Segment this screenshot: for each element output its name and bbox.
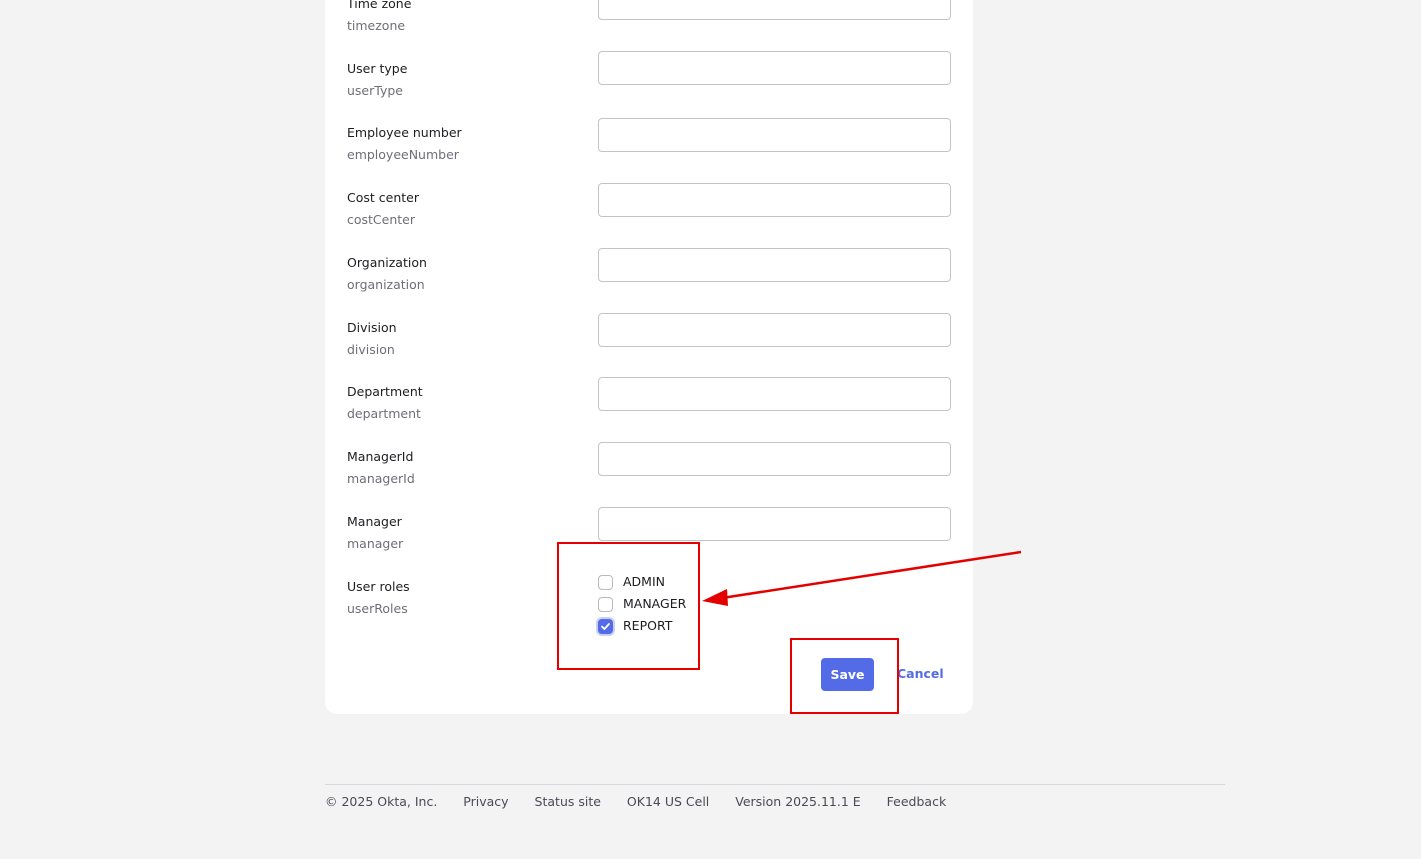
division-input[interactable] — [598, 313, 951, 347]
field-label: Department — [347, 384, 423, 399]
employee-number-input[interactable] — [598, 118, 951, 152]
field-label: User type — [347, 61, 408, 76]
timezone-input[interactable] — [598, 0, 951, 20]
footer-link-version[interactable]: Version 2025.11.1 E — [735, 794, 860, 809]
field-label: Division — [347, 320, 397, 335]
annotation-box-save — [790, 638, 899, 714]
field-label: Manager — [347, 514, 402, 529]
field-variable-name: timezone — [347, 18, 406, 33]
field-label: ManagerId — [347, 449, 414, 464]
field-row-cost-center: Cost center costCenter — [325, 183, 973, 250]
footer-link-status-site[interactable]: Status site — [535, 794, 601, 809]
manager-input[interactable] — [598, 507, 951, 541]
field-variable-name: userRoles — [347, 601, 408, 616]
footer-link-cell[interactable]: OK14 US Cell — [627, 794, 709, 809]
field-variable-name: manager — [347, 536, 404, 551]
field-variable-name: managerId — [347, 471, 415, 486]
field-label: User roles — [347, 579, 410, 594]
cost-center-input[interactable] — [598, 183, 951, 217]
field-row-division: Division division — [325, 313, 973, 380]
annotation-box-user-roles — [557, 542, 700, 670]
field-variable-name: employeeNumber — [347, 147, 459, 162]
manager-id-input[interactable] — [598, 442, 951, 476]
field-row-timezone: Time zone timezone — [325, 0, 973, 56]
field-variable-name: organization — [347, 277, 425, 292]
field-variable-name: costCenter — [347, 212, 416, 227]
page-footer: © 2025 Okta, Inc. Privacy Status site OK… — [325, 784, 1225, 809]
field-label: Organization — [347, 255, 427, 270]
field-label: Cost center — [347, 190, 419, 205]
field-row-employee-number: Employee number employeeNumber — [325, 118, 973, 185]
cancel-link[interactable]: Cancel — [897, 666, 944, 681]
field-row-organization: Organization organization — [325, 248, 973, 315]
field-variable-name: department — [347, 406, 421, 421]
footer-link-feedback[interactable]: Feedback — [887, 794, 947, 809]
footer-link-privacy[interactable]: Privacy — [463, 794, 508, 809]
field-row-manager-id: ManagerId managerId — [325, 442, 973, 509]
field-label: Time zone — [347, 0, 412, 11]
department-input[interactable] — [598, 377, 951, 411]
field-variable-name: division — [347, 342, 395, 357]
organization-input[interactable] — [598, 248, 951, 282]
field-row-user-type: User type userType — [325, 51, 973, 121]
copyright-text: © 2025 Okta, Inc. — [325, 794, 438, 809]
field-variable-name: userType — [347, 83, 403, 98]
field-label: Employee number — [347, 125, 462, 140]
field-row-department: Department department — [325, 377, 973, 444]
user-type-input[interactable] — [598, 51, 951, 85]
